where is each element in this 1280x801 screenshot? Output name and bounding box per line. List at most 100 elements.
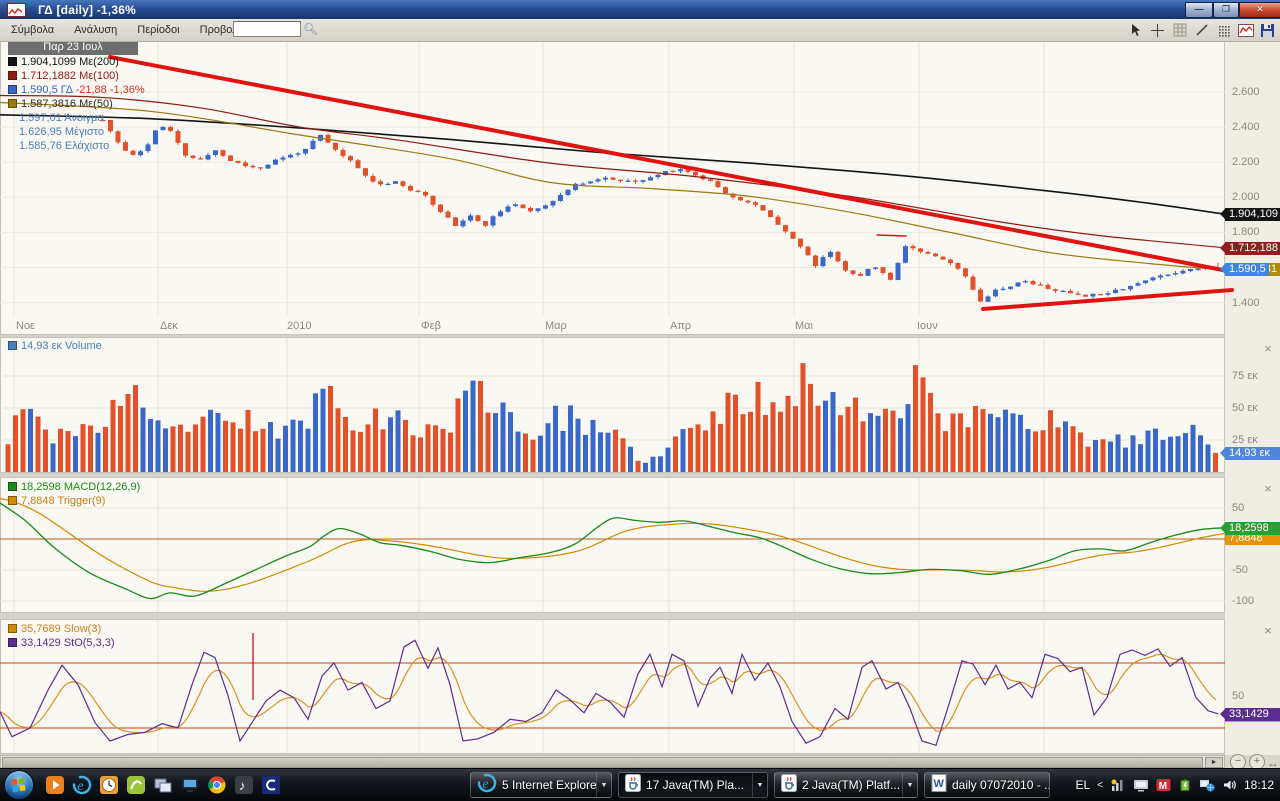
scrollbar-thumb[interactable] (2, 757, 1203, 768)
price-tick: 2.000 (1232, 191, 1260, 203)
tray-expand-chevron[interactable]: < (1097, 780, 1103, 791)
task-button-3[interactable]: Wdaily 07072010 - ... (924, 772, 1050, 798)
task-button-1[interactable]: 17 Java(TM) Pla...▼ (618, 772, 768, 798)
ie-icon[interactable]: e (71, 773, 93, 797)
task-button-dropdown-icon[interactable]: ▼ (902, 773, 917, 797)
volume-price-tag: 14,93 εκ (1225, 447, 1280, 460)
menu-item-2[interactable]: Περίοδοι (128, 21, 188, 39)
price-swatch (8, 99, 17, 108)
price-tick: 1.400 (1232, 297, 1260, 309)
task-button-label: 17 Java(TM) Pla... (646, 778, 752, 792)
volume-legend-text: 14,93 εκ Volume (21, 340, 102, 352)
price-tick: 2.200 (1232, 156, 1260, 168)
price-legend-text: 1.712,1882 Με(100) (21, 70, 119, 82)
x-axis-label: Μαρ (545, 320, 567, 332)
x-axis-label: Δεκ (160, 320, 178, 332)
language-indicator[interactable]: EL (1075, 778, 1090, 792)
task-button-dropdown-icon[interactable]: ▼ (752, 773, 767, 797)
price-tick: 2.400 (1232, 121, 1260, 133)
svg-text:W: W (934, 778, 945, 790)
menu-item-0[interactable]: Σύμβολα (2, 21, 63, 39)
quick-launch-bar: e♪ (44, 773, 282, 797)
svg-text:e: e (77, 779, 83, 794)
symbol-search-input[interactable] (233, 21, 301, 37)
crosshair-icon[interactable] (1149, 22, 1166, 39)
macd-tick: 50 (1232, 502, 1244, 514)
time-scrollbar[interactable]: ► (0, 755, 1225, 768)
task-button-label: 2 Java(TM) Platf... (802, 778, 902, 792)
price-price-tag: 1.904,109 (1225, 208, 1280, 221)
svg-text:e: e (482, 777, 488, 792)
chart-icon[interactable] (1237, 22, 1254, 39)
price-tag-arrow (1220, 243, 1225, 253)
grid-icon[interactable] (1171, 22, 1188, 39)
task-button-dropdown-icon[interactable]: ▼ (596, 773, 611, 797)
macd-swatch (8, 496, 17, 505)
volume-icon[interactable] (1222, 778, 1237, 792)
chrome-icon[interactable] (206, 773, 228, 797)
macd-legend-line: 18,2598 MACD(12,26,9) (8, 481, 140, 493)
stoch-tick: 50 (1232, 690, 1244, 702)
screen-icon[interactable] (1133, 778, 1149, 792)
scroll-right-arrow[interactable]: ► (1205, 757, 1223, 768)
taskbar-clock[interactable]: 18:12 (1244, 778, 1274, 792)
x-axis-label: Φεβ (421, 320, 441, 332)
macd-price-tag: 18,2598 (1225, 522, 1280, 535)
stoch-panel[interactable] (0, 619, 1225, 754)
price-panel[interactable] (0, 41, 1225, 335)
volume-panel[interactable] (0, 337, 1225, 473)
trendline-icon[interactable] (1193, 22, 1210, 39)
price-legend-line: 1.590,5 ΓΔ -21,88 -1,36% (8, 84, 145, 96)
price-tick: 1.800 (1232, 226, 1260, 238)
price-info-line: 1.585,76 Ελάχιστο (19, 140, 109, 152)
price-axis-gutter (1225, 41, 1280, 755)
signal-icon[interactable] (1110, 778, 1126, 792)
stoch-close-icon[interactable]: × (1262, 625, 1274, 637)
network-icon[interactable] (1199, 778, 1215, 792)
x-axis-label: 2010 (287, 320, 311, 332)
task-switcher-icon[interactable] (152, 773, 174, 797)
price-price-tag: 1.590,5 (1225, 263, 1269, 276)
x-axis-label: Μαι (795, 320, 813, 332)
task-button-label: 5 Internet Explorer (502, 778, 596, 792)
price-swatch (8, 85, 17, 94)
restore-button[interactable]: ❐ (1213, 2, 1239, 18)
app-chart-icon (7, 3, 26, 17)
pointer-icon[interactable] (1127, 22, 1144, 39)
volume-legend-line: 14,93 εκ Volume (8, 340, 102, 352)
dots-icon[interactable] (1215, 22, 1232, 39)
macd-close-icon[interactable]: × (1262, 483, 1274, 495)
macd-legend-text: 7,8848 Trigger(9) (21, 495, 105, 507)
media-player-icon[interactable] (44, 773, 66, 797)
ie-icon: e (477, 773, 497, 798)
volume-close-icon[interactable]: × (1262, 343, 1274, 355)
volume-tick: 50 εκ (1232, 402, 1258, 414)
task-button-2[interactable]: 2 Java(TM) Platf...▼ (774, 772, 918, 798)
volume-tick: 75 εκ (1232, 370, 1258, 382)
display-icon[interactable] (179, 773, 201, 797)
green-app-icon[interactable] (125, 773, 147, 797)
toolbar-icons (1127, 20, 1276, 40)
close-icon: ✕ (1240, 3, 1280, 16)
macd-tick: -100 (1232, 595, 1254, 607)
start-button[interactable] (4, 770, 34, 800)
crosshair-date-tooltip: Παρ 23 Ιουλ (8, 40, 138, 55)
close-button[interactable]: ✕ (1239, 2, 1280, 18)
minimize-button[interactable]: — (1185, 2, 1213, 18)
music-icon[interactable]: ♪ (233, 773, 255, 797)
menu-item-1[interactable]: Ανάλυση (65, 21, 126, 39)
macd-tag-arrow (1220, 523, 1225, 533)
macd-panel[interactable] (0, 477, 1225, 613)
stoch-tag-arrow (1220, 709, 1225, 719)
stoch-legend-text: 33,1429 StO(5,3,3) (21, 637, 115, 649)
price-swatch (8, 57, 17, 66)
stoch-legend-text: 35,7689 Slow(3) (21, 623, 101, 635)
clock-app-icon[interactable] (98, 773, 120, 797)
battery-icon[interactable] (1178, 778, 1192, 792)
search-icon[interactable]: 🔍︎ (303, 22, 318, 36)
save-icon[interactable] (1259, 22, 1276, 39)
macd-tick: -50 (1232, 564, 1248, 576)
task-button-0[interactable]: e 5 Internet Explorer▼ (470, 772, 612, 798)
m-badge-icon[interactable]: M (1156, 778, 1171, 792)
c-app-icon[interactable] (260, 773, 282, 797)
